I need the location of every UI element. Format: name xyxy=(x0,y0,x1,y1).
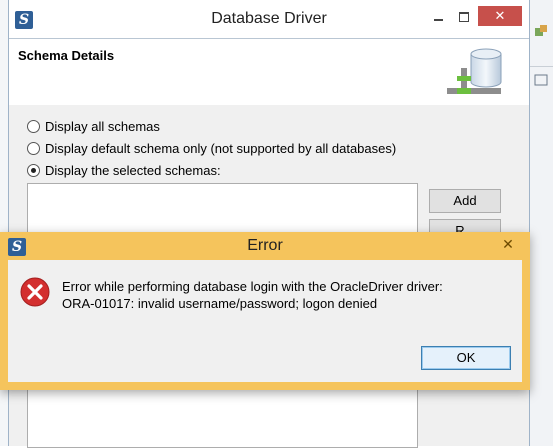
radio-all-schemas[interactable]: Display all schemas xyxy=(27,117,160,135)
ide-toolbar-icon[interactable] xyxy=(531,22,551,42)
error-title: Error xyxy=(247,237,283,254)
radio-label: Display all schemas xyxy=(45,118,160,134)
radio-label: Display the selected schemas: xyxy=(45,162,221,178)
radio-default-schema[interactable]: Display default schema only (not support… xyxy=(27,139,396,157)
minimize-icon xyxy=(433,18,443,21)
radio-button[interactable] xyxy=(27,141,40,155)
ok-button[interactable]: OK xyxy=(421,346,511,370)
close-button[interactable]: ✕ xyxy=(478,6,522,26)
maximize-button[interactable] xyxy=(451,6,477,26)
error-titlebar[interactable]: S Error ✕ xyxy=(0,232,530,260)
maximize-icon xyxy=(459,11,469,22)
minimize-button[interactable] xyxy=(425,6,451,26)
add-button[interactable]: Add xyxy=(429,189,501,213)
database-icon xyxy=(447,48,502,94)
error-icon xyxy=(20,277,50,307)
radio-button-checked[interactable] xyxy=(27,163,40,177)
error-message-line1: Error while performing database login wi… xyxy=(62,279,443,294)
close-icon: ✕ xyxy=(494,8,506,23)
error-dialog: S Error ✕ Error while performing databas… xyxy=(0,232,530,390)
radio-selected-schemas[interactable]: Display the selected schemas: xyxy=(27,161,221,179)
error-message: Error while performing database login wi… xyxy=(62,278,443,312)
ide-view-icon[interactable] xyxy=(531,70,551,90)
wizard-header: Schema Details xyxy=(9,38,529,106)
error-message-line2: ORA-01017: invalid username/password; lo… xyxy=(62,296,378,311)
section-title: Schema Details xyxy=(18,48,115,63)
error-close-button[interactable]: ✕ xyxy=(493,234,523,254)
close-icon: ✕ xyxy=(502,236,514,252)
error-content: Error while performing database login wi… xyxy=(8,260,522,382)
window-titlebar[interactable]: S Database Driver ✕ xyxy=(9,0,529,38)
radio-label: Display default schema only (not support… xyxy=(45,140,397,156)
ide-background-right xyxy=(528,0,553,446)
radio-button[interactable] xyxy=(27,119,40,133)
